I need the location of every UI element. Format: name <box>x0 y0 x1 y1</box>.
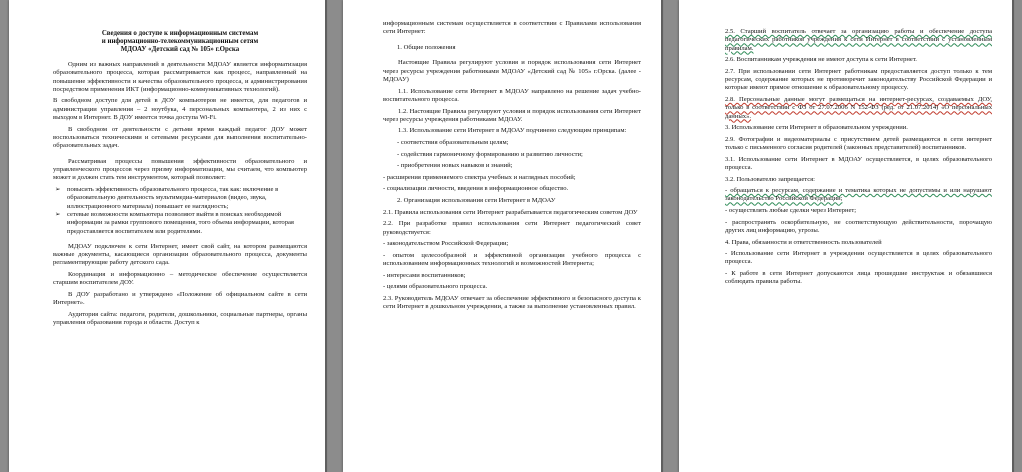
paragraph: Координация и информационно – методическ… <box>53 271 307 287</box>
paragraph: 2.3. Руководитель МДОАУ отвечает за обес… <box>383 294 641 311</box>
paragraph: 3.2. Пользователю запрещается: <box>725 175 816 183</box>
section-heading: 3. Использование сети Интернет в образов… <box>725 124 908 132</box>
paragraph: 1.2. Настоящие Правила регулируют услови… <box>383 107 641 123</box>
section-heading: 4. Права, обязанности и ответственность … <box>725 238 882 246</box>
bullet-text: повысить эффективность образовательного … <box>67 186 279 210</box>
list-item: - приобретения новых навыков и знаний; <box>397 162 513 170</box>
list-item: - законодательством Российской Федерации… <box>383 240 509 248</box>
paragraph: Аудитория сайта: педагоги, родители, дош… <box>53 310 307 327</box>
list-item: - опытом целесообразной и эффективной ор… <box>383 251 641 267</box>
page-edge <box>1012 0 1014 472</box>
paragraph: 2.1. Правила использования сети Интернет… <box>383 208 638 216</box>
paragraph: В свободном доступе для детей в ДОУ комп… <box>53 97 307 122</box>
page-edge <box>325 0 327 472</box>
list-item: - социализации личности, введения в инфо… <box>383 185 569 193</box>
paragraph: 2.7. При использовании сети Интернет раб… <box>725 67 992 92</box>
page-edge <box>661 0 663 472</box>
paragraph: 1.1. Использование сети Интернет в МДОАУ… <box>383 87 641 103</box>
paragraph: В свободном от деятельности с детьми вре… <box>53 125 307 150</box>
document-page-2: информационным системам осуществляется в… <box>343 0 661 472</box>
document-page-3: 2.5. Старший воспитатель отвечает за орг… <box>679 0 1012 472</box>
paragraph: МДОАУ подключен к сети Интернет, имеет с… <box>53 242 307 267</box>
paragraph: 2.2. При разработке правил использования… <box>383 220 641 236</box>
page-title-line-1: Сведения о доступе к информационным сист… <box>101 30 259 37</box>
paragraph: Одним из важных направлений в деятельнос… <box>53 61 307 93</box>
paragraph: 3.1. Использование сети Интернет в МДОАУ… <box>725 155 992 171</box>
paragraph: 2.5. Старший воспитатель отвечает за орг… <box>725 28 992 52</box>
list-item: - интересами воспитанников; <box>383 271 466 279</box>
document-page-1: Сведения о доступе к информационным сист… <box>9 0 325 472</box>
paragraph: 1.3. Использование сети Интернет в МДОАУ… <box>398 127 627 135</box>
paragraph: Настоящие Правила регулируют условия и п… <box>383 59 641 84</box>
bullet-item: ➢ повысить эффективность образовательног… <box>53 186 307 211</box>
list-item: - осуществлять любые сделки через Интерн… <box>725 207 857 215</box>
paragraph: информационным системам осуществляется в… <box>383 20 641 36</box>
page-title-line-3: МДОАУ «Детский сад № 105» г.Орска <box>120 46 240 53</box>
list-item: - распространять оскорбительную, не соот… <box>725 218 992 234</box>
paragraph: 2.9. Фотографии и видеоматериалы с прису… <box>725 135 992 152</box>
page-title-line-2: и информационно-телекоммуникационным сет… <box>101 38 259 45</box>
bullet-text: сетевые возможности компьютера позволяют… <box>67 210 294 235</box>
paragraph: - Использование сети Интернет в учрежден… <box>725 250 992 266</box>
paragraph: В ДОУ разработано и утверждено «Положени… <box>53 290 307 307</box>
paragraph: 2.8. Персональные данные могут размещать… <box>725 95 992 120</box>
paragraph: - К работе в сети Интернет допускаются л… <box>725 269 992 286</box>
arrow-bullet-icon: ➢ <box>55 186 61 194</box>
paragraph: 2.6. Воспитанникам учреждения не имеют д… <box>725 56 917 64</box>
list-item: - расширения применяемого спектра учебны… <box>383 173 576 181</box>
list-item: - соответствия образовательным целям; <box>397 139 509 147</box>
list-item: - обращаться к ресурсам, содержание и те… <box>725 187 992 203</box>
arrow-bullet-icon: ➢ <box>55 210 61 218</box>
bullet-item: ➢ сетевые возможности компьютера позволя… <box>53 211 307 236</box>
list-item: - содействия гармоничному формированию и… <box>397 150 583 158</box>
section-heading: 1. Общие положения <box>397 43 456 51</box>
section-heading: 2. Организация использования сети Интерн… <box>397 197 556 205</box>
list-item: - целями образовательного процесса. <box>383 283 488 291</box>
paragraph: Рассматривая процессы повышения эффектив… <box>53 157 307 182</box>
